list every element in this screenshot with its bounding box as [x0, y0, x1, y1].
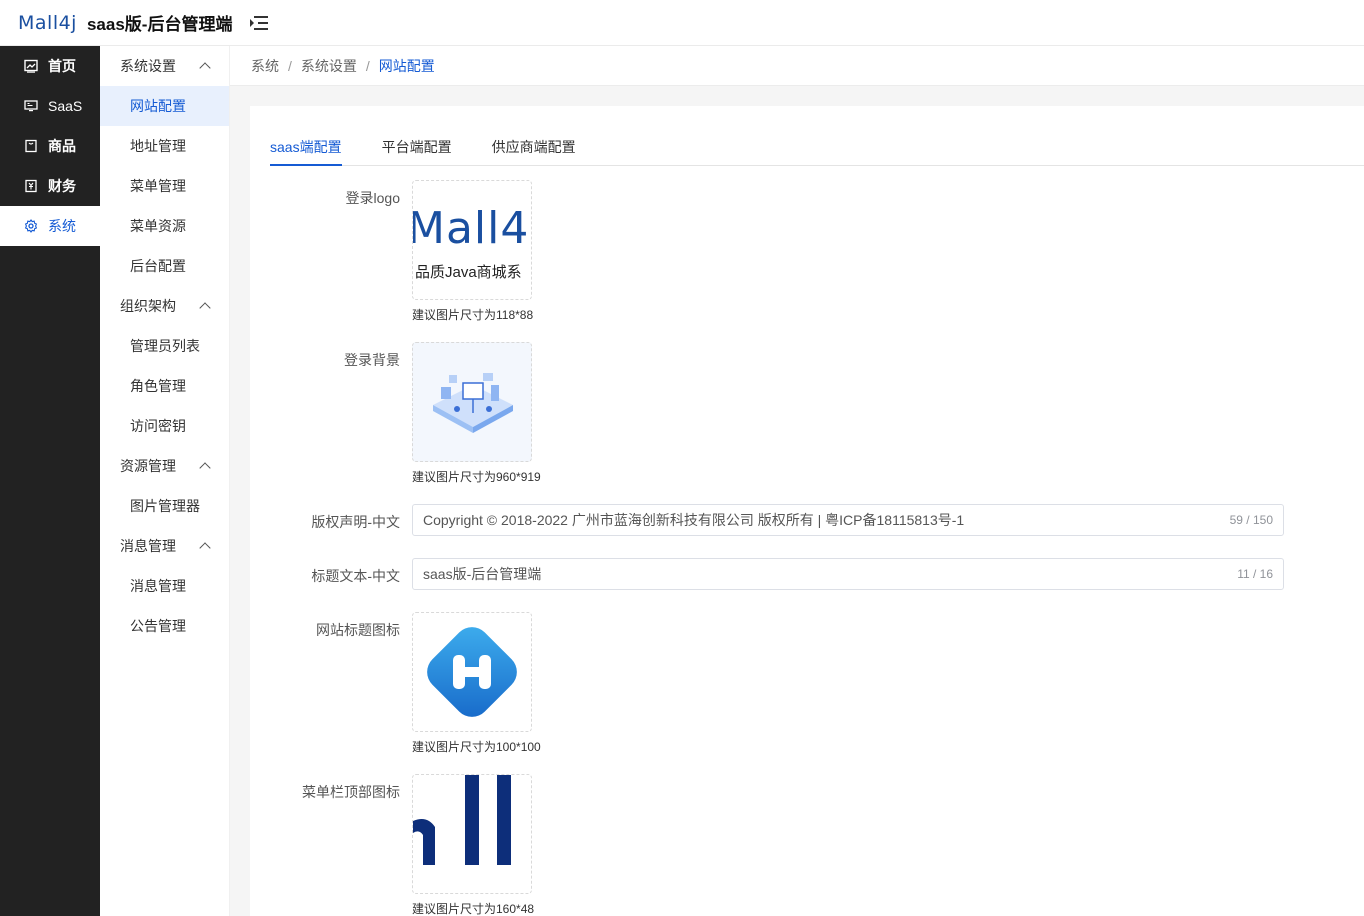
title-text-char-count: 11 / 16 — [1237, 567, 1273, 581]
secondary-nav: 系统设置 网站配置 地址管理 菜单管理 菜单资源 后台配置 组织架构 管理员列表… — [100, 46, 230, 916]
chevron-up-icon — [199, 542, 211, 554]
submenu-item-backend-config[interactable]: 后台配置 — [100, 246, 229, 286]
login-bg-upload[interactable] — [412, 342, 532, 462]
submenu-group-label: 资源管理 — [120, 458, 176, 474]
nav-item-label: 首页 — [48, 58, 76, 74]
login-logo-image-text: Mall4 — [412, 203, 530, 254]
favicon-logo-icon — [427, 627, 517, 717]
isometric-illustration-icon — [433, 373, 513, 433]
app-title: saas版-后台管理端 — [86, 15, 233, 34]
title-text-input[interactable]: saas版-后台管理端 11 / 16 — [412, 558, 1284, 590]
breadcrumb-separator: / — [288, 57, 292, 74]
nav-item-system[interactable]: 系统 — [0, 206, 100, 246]
tab-supplier-config[interactable]: 供应商端配置 — [492, 136, 576, 166]
menu-logo-image-icon — [413, 775, 511, 865]
title-text-label: 标题文本-中文 — [311, 568, 400, 584]
brand-logo[interactable]: Mall4j — [18, 12, 77, 34]
submenu-item-notice[interactable]: 公告管理 — [100, 606, 229, 646]
submenu-group-label: 系统设置 — [120, 58, 176, 74]
config-panel: saas端配置 平台端配置 供应商端配置 登录logo Mall4 品质Java… — [250, 106, 1364, 916]
submenu-group-label: 消息管理 — [120, 538, 176, 554]
favicon-upload[interactable] — [412, 612, 532, 732]
submenu-group-system-settings[interactable]: 系统设置 — [100, 46, 229, 86]
menu-logo-hint: 建议图片尺寸为160*48 — [412, 902, 535, 916]
login-bg-hint: 建议图片尺寸为960*919 — [412, 470, 541, 484]
submenu-item-access-key[interactable]: 访问密钥 — [100, 406, 229, 446]
nav-item-label: 系统 — [48, 218, 76, 234]
tab-platform-config[interactable]: 平台端配置 — [382, 136, 452, 166]
brand: Mall4j saas版-后台管理端 — [0, 10, 233, 35]
login-bg-label: 登录背景 — [344, 352, 400, 368]
nav-item-saas[interactable]: SaaS — [0, 86, 100, 126]
menu-logo-upload[interactable] — [412, 774, 532, 894]
submenu-item-role[interactable]: 角色管理 — [100, 366, 229, 406]
finance-icon — [24, 179, 38, 193]
copyright-input-value: Copyright © 2018-2022 广州市蓝海创新科技有限公司 版权所有… — [423, 512, 965, 528]
breadcrumb-current: 网站配置 — [378, 57, 435, 74]
favicon-hint: 建议图片尺寸为100*100 — [412, 740, 541, 754]
submenu-group-organization[interactable]: 组织架构 — [100, 286, 229, 326]
tab-saas-config[interactable]: saas端配置 — [270, 136, 342, 166]
copyright-input[interactable]: Copyright © 2018-2022 广州市蓝海创新科技有限公司 版权所有… — [412, 504, 1284, 536]
chevron-up-icon — [199, 302, 211, 314]
login-logo-hint: 建议图片尺寸为118*88 — [412, 308, 534, 322]
login-logo-upload[interactable]: Mall4 品质Java商城系 — [412, 180, 532, 300]
primary-nav: 首页 SaaS 商品 财务 系统 — [0, 46, 100, 916]
top-header: Mall4j saas版-后台管理端 — [0, 0, 1364, 46]
main-content: 系统 / 系统设置 / 网站配置 saas端配置 平台端配置 供应商端配置 登录… — [230, 46, 1364, 916]
nav-item-label: 商品 — [48, 138, 76, 154]
breadcrumb-separator: / — [365, 57, 370, 74]
submenu-item-menu-resource[interactable]: 菜单资源 — [100, 206, 229, 246]
copyright-label: 版权声明-中文 — [311, 514, 400, 530]
submenu-item-admin-list[interactable]: 管理员列表 — [100, 326, 229, 366]
login-logo-label: 登录logo — [345, 190, 400, 206]
favicon-label: 网站标题图标 — [316, 622, 400, 638]
nav-item-label: 财务 — [48, 178, 76, 194]
chevron-up-icon — [199, 62, 211, 74]
breadcrumb-item[interactable]: 系统 — [251, 56, 279, 76]
nav-item-home[interactable]: 首页 — [0, 46, 100, 86]
monitor-icon — [24, 99, 38, 113]
submenu-item-address[interactable]: 地址管理 — [100, 126, 229, 166]
submenu-item-website-config[interactable]: 网站配置 — [100, 86, 229, 126]
breadcrumb-item[interactable]: 系统设置 — [301, 56, 357, 76]
login-logo-image-subtext: 品质Java商城系 — [415, 264, 522, 281]
config-tabs: saas端配置 平台端配置 供应商端配置 — [270, 136, 1364, 166]
nav-item-label: SaaS — [48, 98, 83, 114]
nav-item-finance[interactable]: 财务 — [0, 166, 100, 206]
product-icon — [24, 139, 38, 153]
chevron-up-icon — [199, 462, 211, 474]
dashboard-icon — [24, 59, 38, 73]
title-text-input-value: saas版-后台管理端 — [423, 566, 542, 582]
submenu-item-message[interactable]: 消息管理 — [100, 566, 229, 606]
submenu-item-menu[interactable]: 菜单管理 — [100, 166, 229, 206]
submenu-group-label: 组织架构 — [120, 298, 176, 314]
submenu-group-resource[interactable]: 资源管理 — [100, 446, 229, 486]
gear-icon — [24, 219, 38, 233]
collapse-menu-icon[interactable] — [250, 15, 268, 31]
copyright-char-count: 59 / 150 — [1229, 513, 1273, 527]
breadcrumb: 系统 / 系统设置 / 网站配置 — [230, 46, 1364, 86]
submenu-item-image-manager[interactable]: 图片管理器 — [100, 486, 229, 526]
menu-logo-label: 菜单栏顶部图标 — [302, 784, 400, 800]
submenu-group-message[interactable]: 消息管理 — [100, 526, 229, 566]
nav-item-product[interactable]: 商品 — [0, 126, 100, 166]
